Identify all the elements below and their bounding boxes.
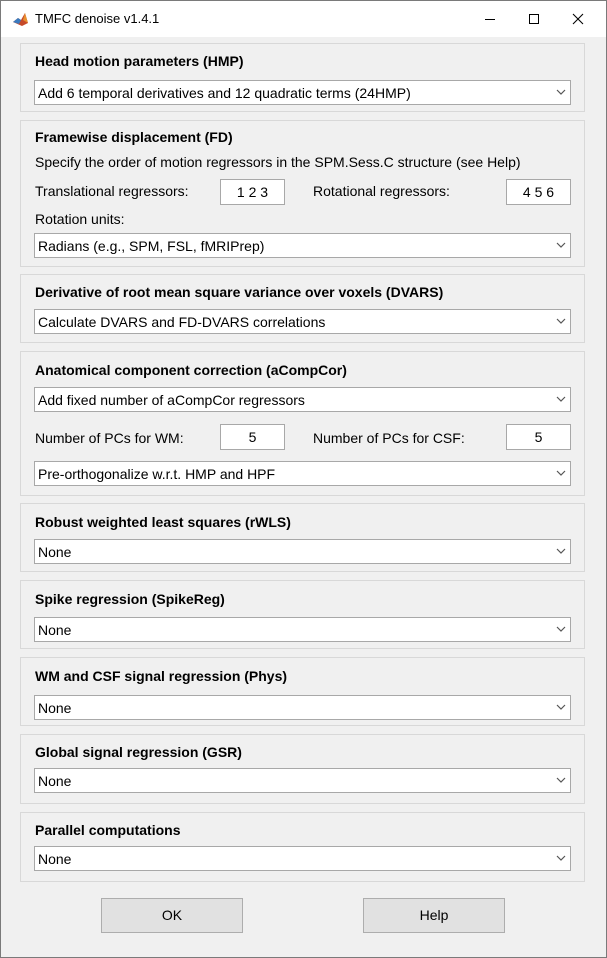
close-button[interactable] <box>555 1 601 37</box>
rwls-title: Robust weighted least squares (rWLS) <box>35 514 291 530</box>
spikereg-selected: None <box>38 622 72 638</box>
acompcor-dropdown[interactable]: Add fixed number of aCompCor regressors <box>34 387 571 412</box>
tmfc-denoise-window: TMFC denoise v1.4.1 Head motion paramete… <box>0 0 607 958</box>
chevron-down-icon <box>556 704 566 710</box>
chevron-down-icon <box>556 548 566 554</box>
close-icon <box>572 13 584 25</box>
matlab-icon <box>12 11 29 28</box>
fd-title: Framewise displacement (FD) <box>35 129 233 145</box>
spikereg-panel: Spike regression (SpikeReg) None <box>20 580 585 649</box>
parallel-selected: None <box>38 851 72 867</box>
dvars-title: Derivative of root mean square variance … <box>35 284 444 300</box>
chevron-down-icon <box>556 89 566 95</box>
phys-dropdown[interactable]: None <box>34 695 571 720</box>
chevron-down-icon <box>556 396 566 402</box>
csf-pcs-label: Number of PCs for CSF: <box>313 430 465 446</box>
phys-selected: None <box>38 700 72 716</box>
chevron-down-icon <box>556 242 566 248</box>
hmp-title: Head motion parameters (HMP) <box>35 53 244 69</box>
gsr-title: Global signal regression (GSR) <box>35 744 242 760</box>
chevron-down-icon <box>556 777 566 783</box>
dvars-dropdown[interactable]: Calculate DVARS and FD-DVARS correlation… <box>34 309 571 334</box>
help-button[interactable]: Help <box>363 898 505 933</box>
hmp-selected: Add 6 temporal derivatives and 12 quadra… <box>38 85 411 101</box>
parallel-panel: Parallel computations None <box>20 812 585 882</box>
fd-panel: Framewise displacement (FD) Specify the … <box>20 120 585 267</box>
orthogonalize-selected: Pre-orthogonalize w.r.t. HMP and HPF <box>38 466 276 482</box>
dvars-selected: Calculate DVARS and FD-DVARS correlation… <box>38 314 326 330</box>
parallel-dropdown[interactable]: None <box>34 846 571 871</box>
phys-panel: WM and CSF signal regression (Phys) None <box>20 657 585 726</box>
window-title: TMFC denoise v1.4.1 <box>35 11 160 26</box>
ok-button[interactable]: OK <box>101 898 243 933</box>
maximize-button[interactable] <box>511 1 557 37</box>
rwls-panel: Robust weighted least squares (rWLS) Non… <box>20 503 585 572</box>
chevron-down-icon <box>556 626 566 632</box>
rwls-dropdown[interactable]: None <box>34 539 571 564</box>
spikereg-dropdown[interactable]: None <box>34 617 571 642</box>
rwls-selected: None <box>38 544 72 560</box>
wm-pcs-input[interactable]: 5 <box>220 424 285 450</box>
spikereg-title: Spike regression (SpikeReg) <box>35 591 225 607</box>
parallel-title: Parallel computations <box>35 822 181 838</box>
gsr-dropdown[interactable]: None <box>34 768 571 793</box>
chevron-down-icon <box>556 318 566 324</box>
rotational-input[interactable]: 4 5 6 <box>506 179 571 205</box>
title-bar: TMFC denoise v1.4.1 <box>1 1 606 37</box>
acompcor-panel: Anatomical component correction (aCompCo… <box>20 351 585 496</box>
gsr-selected: None <box>38 773 72 789</box>
gsr-panel: Global signal regression (GSR) None <box>20 734 585 804</box>
hmp-dropdown[interactable]: Add 6 temporal derivatives and 12 quadra… <box>34 80 571 105</box>
maximize-icon <box>529 14 539 24</box>
rotation-units-label: Rotation units: <box>35 211 125 227</box>
rotation-units-dropdown[interactable]: Radians (e.g., SPM, FSL, fMRIPrep) <box>34 233 571 258</box>
acompcor-title: Anatomical component correction (aCompCo… <box>35 362 347 378</box>
chevron-down-icon <box>556 470 566 476</box>
rotational-label: Rotational regressors: <box>313 183 450 199</box>
hmp-panel: Head motion parameters (HMP) Add 6 tempo… <box>20 43 585 112</box>
wm-pcs-label: Number of PCs for WM: <box>35 430 184 446</box>
minimize-icon <box>485 19 495 20</box>
minimize-button[interactable] <box>467 1 513 37</box>
acompcor-selected: Add fixed number of aCompCor regressors <box>38 392 305 408</box>
dvars-panel: Derivative of root mean square variance … <box>20 274 585 343</box>
fd-description: Specify the order of motion regressors i… <box>35 154 521 170</box>
csf-pcs-input[interactable]: 5 <box>506 424 571 450</box>
rotation-units-selected: Radians (e.g., SPM, FSL, fMRIPrep) <box>38 238 265 254</box>
translational-label: Translational regressors: <box>35 183 189 199</box>
chevron-down-icon <box>556 855 566 861</box>
translational-input[interactable]: 1 2 3 <box>220 179 285 205</box>
phys-title: WM and CSF signal regression (Phys) <box>35 668 288 684</box>
orthogonalize-dropdown[interactable]: Pre-orthogonalize w.r.t. HMP and HPF <box>34 461 571 486</box>
